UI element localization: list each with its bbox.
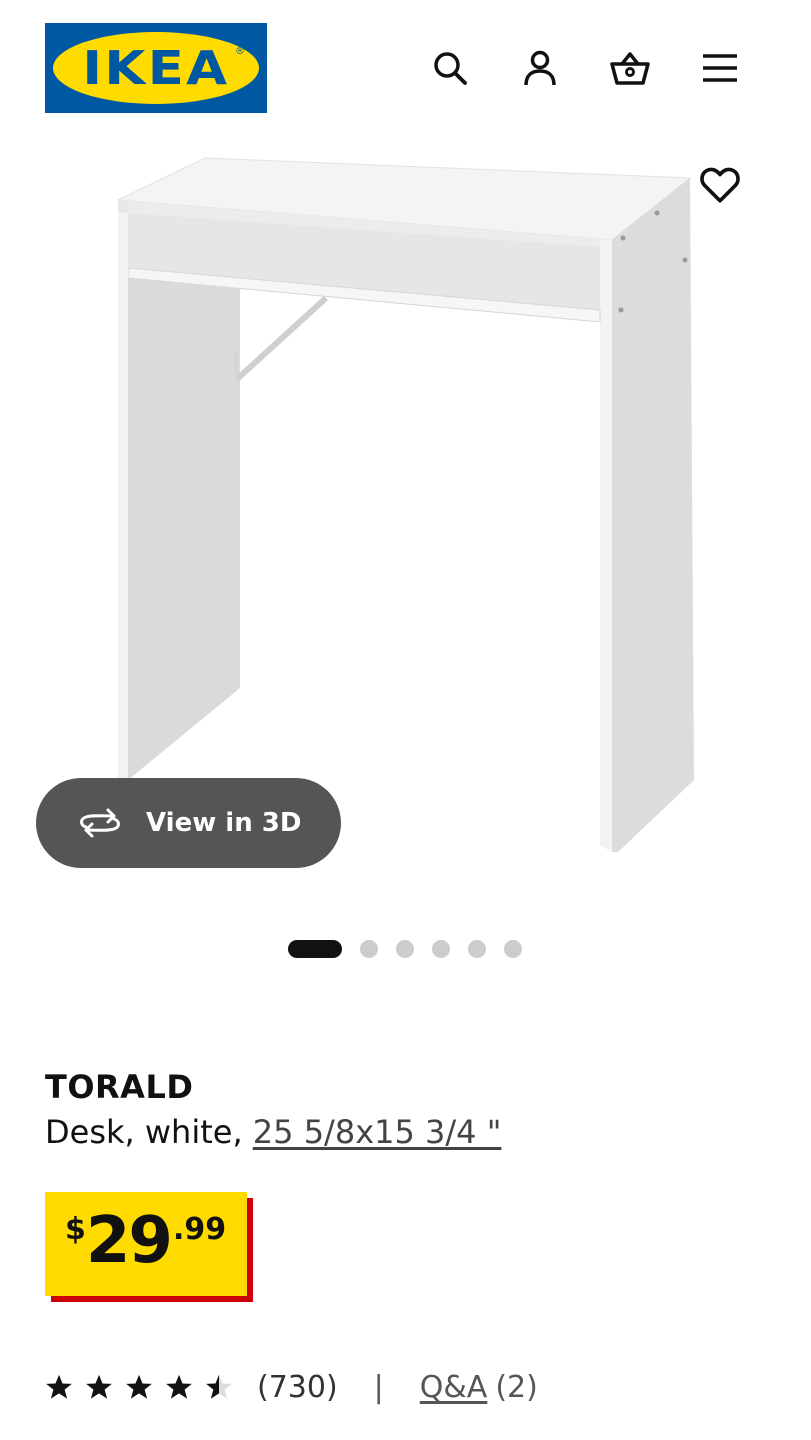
product-image[interactable]: [0, 140, 811, 880]
product-name: TORALD: [45, 1068, 194, 1106]
rotate-3d-icon: [80, 808, 120, 838]
star-half-icon: [206, 1374, 232, 1399]
star-full-icon: [166, 1374, 192, 1399]
account-button[interactable]: [516, 44, 564, 92]
qa-count[interactable]: (2): [495, 1370, 538, 1405]
carousel-dot[interactable]: [360, 940, 378, 958]
carousel-dot[interactable]: [288, 940, 342, 958]
favorite-button[interactable]: [690, 155, 750, 215]
product-size-link[interactable]: 25 5/8x15 3/4 ": [253, 1113, 502, 1151]
search-icon: [434, 52, 467, 85]
carousel-dot[interactable]: [468, 940, 486, 958]
logo-oval: IKEA ®: [53, 32, 259, 104]
heart-icon: [700, 167, 740, 203]
rating-stars[interactable]: [45, 1373, 245, 1401]
carousel-dot[interactable]: [504, 940, 522, 958]
star-full-icon: [126, 1374, 152, 1399]
product-description: Desk, white, 25 5/8x15 3/4 ": [45, 1113, 501, 1151]
view-in-3d-label: View in 3D: [146, 808, 302, 838]
carousel-dot[interactable]: [396, 940, 414, 958]
price-decimal: .99: [172, 1212, 227, 1247]
review-count[interactable]: (730): [257, 1370, 338, 1405]
star-full-icon: [86, 1374, 112, 1399]
rating-separator: |: [373, 1369, 384, 1405]
logo-registered-mark: ®: [235, 46, 245, 57]
view-in-3d-button[interactable]: View in 3D: [36, 778, 341, 868]
ikea-logo[interactable]: IKEA ®: [45, 23, 267, 113]
header: IKEA ®: [0, 0, 811, 130]
star-full-icon: [46, 1374, 72, 1399]
search-button[interactable]: [426, 44, 474, 92]
price: $ 29 .99: [65, 1206, 226, 1276]
price-tag: $ 29 .99: [45, 1192, 247, 1296]
logo-text: IKEA: [82, 41, 230, 95]
carousel-dot[interactable]: [432, 940, 450, 958]
qa-link[interactable]: Q&A: [420, 1370, 488, 1405]
menu-button[interactable]: [696, 44, 744, 92]
price-currency: $: [65, 1212, 86, 1247]
carousel-dots: [288, 940, 540, 958]
cart-icon: [610, 52, 650, 85]
product-description-text: Desk, white,: [45, 1113, 253, 1151]
rating-row: (730) | Q&A (2): [45, 1366, 538, 1408]
cart-button[interactable]: [606, 44, 654, 92]
menu-icon: [703, 54, 737, 82]
price-integer: 29: [85, 1204, 173, 1278]
account-icon: [524, 50, 556, 86]
